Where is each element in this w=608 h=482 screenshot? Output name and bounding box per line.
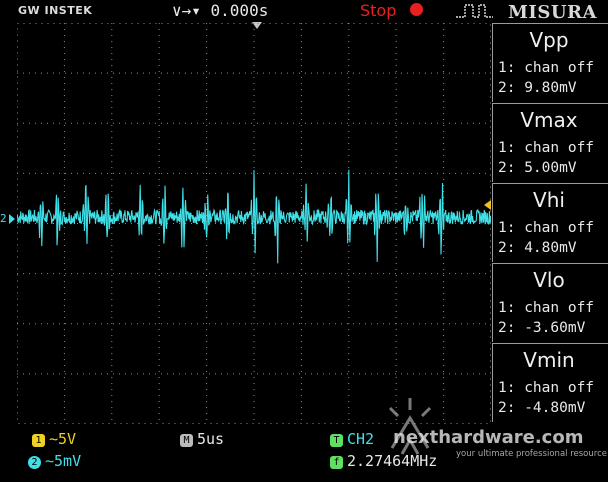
trigger-level-marker[interactable]	[484, 200, 491, 210]
timebase-value: 5us	[197, 430, 225, 448]
watermark-text: nexthardware.com	[393, 427, 584, 448]
run-state-label: Stop	[360, 1, 397, 20]
ch2-ground-arrow-icon[interactable]	[9, 214, 15, 224]
measurement-title: Vmin	[523, 348, 575, 372]
ch2-ground-marker[interactable]: 2	[0, 212, 7, 225]
waveform-display	[17, 23, 491, 424]
ch2-badge: 2	[28, 456, 41, 469]
trigger-source[interactable]: T CH2	[330, 430, 374, 448]
measurement-ch1-value: 1: chan off	[498, 140, 595, 156]
measurement-ch2-value: 2: 4.80mV	[498, 240, 577, 256]
ch2-trace	[17, 169, 491, 264]
ch2-scale[interactable]: 2 ∼5mV	[28, 452, 81, 470]
measurement-title: Vpp	[529, 28, 569, 52]
timebase-badge: M	[180, 434, 193, 447]
measurement-ch2-value: 2: -3.60mV	[498, 320, 586, 336]
brand-logo: GW INSTEK	[18, 4, 93, 17]
ch2-scale-value: ∼5mV	[45, 452, 82, 470]
measurement-ch1-value: 1: chan off	[498, 300, 595, 316]
measurement-title: Vlo	[533, 268, 565, 292]
watermark-tagline: your ultimate professional resource	[456, 449, 607, 459]
measurement-title: Vmax	[520, 108, 578, 132]
measurement-ch2-value: 2: 9.80mV	[498, 80, 577, 96]
trigger-position-readout: ∨→▾ 0.000s	[172, 1, 269, 20]
freq-badge: f	[330, 456, 343, 469]
measurement-ch1-value: 1: chan off	[498, 220, 595, 236]
measurement-vmin: Vmin 1: chan off 2: -4.80mV	[492, 343, 608, 422]
timebase[interactable]: M 5us	[180, 430, 224, 448]
measurement-ch2-value: 2: 5.00mV	[498, 160, 577, 176]
trigger-badge: T	[330, 434, 343, 447]
frequency-readout: f 2.27464MHz	[330, 452, 437, 470]
ch1-scale-value: ∼5V	[49, 430, 77, 448]
top-status-bar: GW INSTEK ∨→▾ 0.000s Stop MISURA	[0, 0, 608, 23]
measurement-title: Vhi	[533, 188, 565, 212]
measurement-ch1-value: 1: chan off	[498, 60, 595, 76]
measurement-vlo: Vlo 1: chan off 2: -3.60mV	[492, 263, 608, 342]
ch1-badge: 1	[32, 434, 45, 447]
misura-overlay-logo: MISURA	[508, 2, 597, 23]
trigger-edge-icon	[456, 4, 493, 18]
stop-indicator-icon	[410, 3, 423, 16]
frequency-value: 2.27464MHz	[347, 452, 438, 470]
measurement-ch1-value: 1: chan off	[498, 380, 595, 396]
measurement-ch2-value: 2: -4.80mV	[498, 400, 586, 416]
measurement-panel: Vpp 1: chan off 2: 9.80mV Vmax 1: chan off 2:…	[492, 23, 608, 427]
measurement-vhi: Vhi 1: chan off 2: 4.80mV	[492, 183, 608, 262]
trigger-source-value: CH2	[347, 430, 375, 448]
measurement-vmax: Vmax 1: chan off 2: 5.00mV	[492, 103, 608, 182]
graticule	[17, 23, 491, 424]
ch1-scale[interactable]: 1 ∼5V	[32, 430, 76, 448]
measurement-vpp: Vpp 1: chan off 2: 9.80mV	[492, 23, 608, 102]
